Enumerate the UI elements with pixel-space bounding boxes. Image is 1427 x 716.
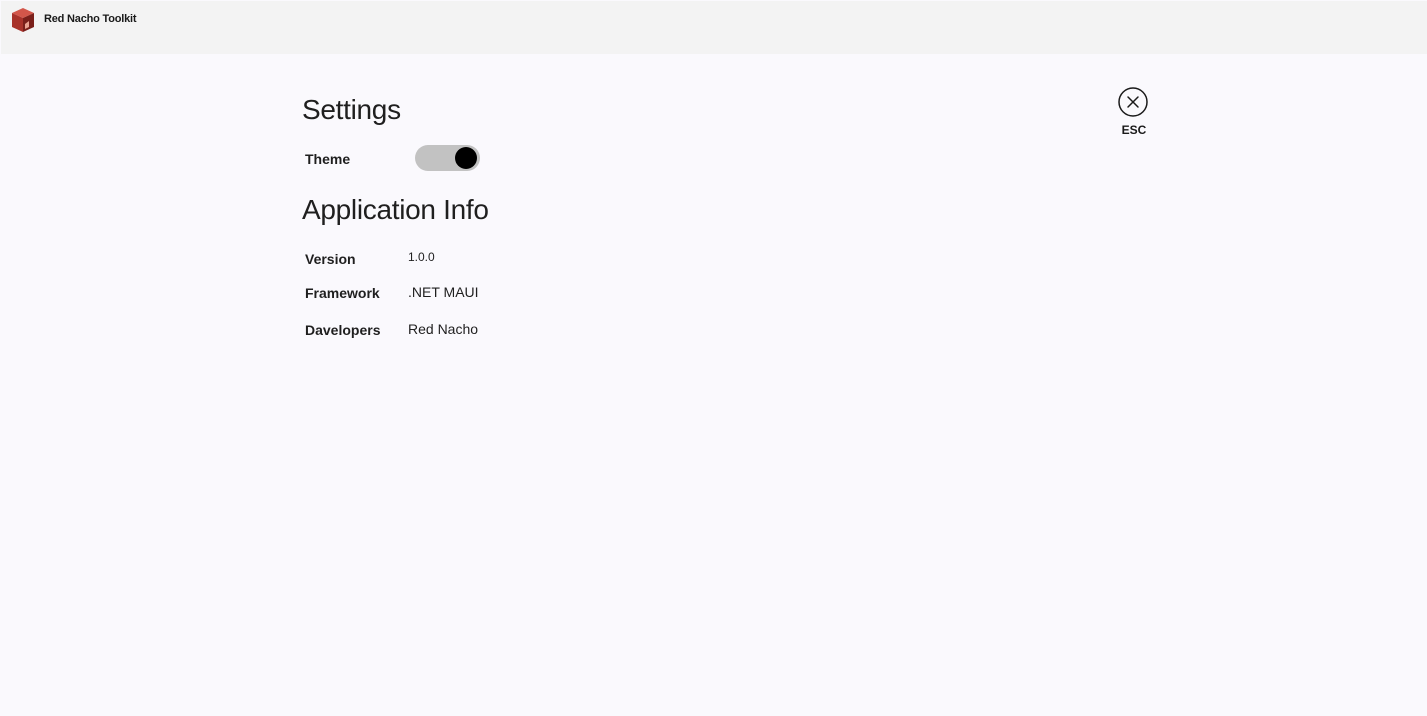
framework-label: Framework [305, 285, 380, 301]
version-value: 1.0.0 [408, 250, 435, 264]
settings-page: Settings Theme Application Info Version … [0, 54, 1427, 716]
framework-value: .NET MAUI [408, 284, 479, 300]
close-settings-button[interactable]: ESC [1113, 86, 1155, 142]
theme-toggle[interactable] [415, 145, 480, 171]
theme-toggle-knob [455, 147, 477, 169]
theme-label: Theme [305, 151, 351, 167]
esc-label: ESC [1121, 123, 1147, 137]
app-title: Red Nacho Toolkit [44, 13, 137, 25]
developers-value: Red Nacho [408, 321, 479, 337]
close-circle-icon [1118, 87, 1148, 117]
red-cube-logo-icon [12, 8, 34, 32]
developers-label: Davelopers [305, 322, 381, 338]
settings-heading: Settings [302, 94, 401, 125]
title-bar: Red Nacho Toolkit [1, 1, 1427, 54]
version-label: Version [305, 251, 356, 267]
application-info-heading: Application Info [302, 194, 489, 225]
